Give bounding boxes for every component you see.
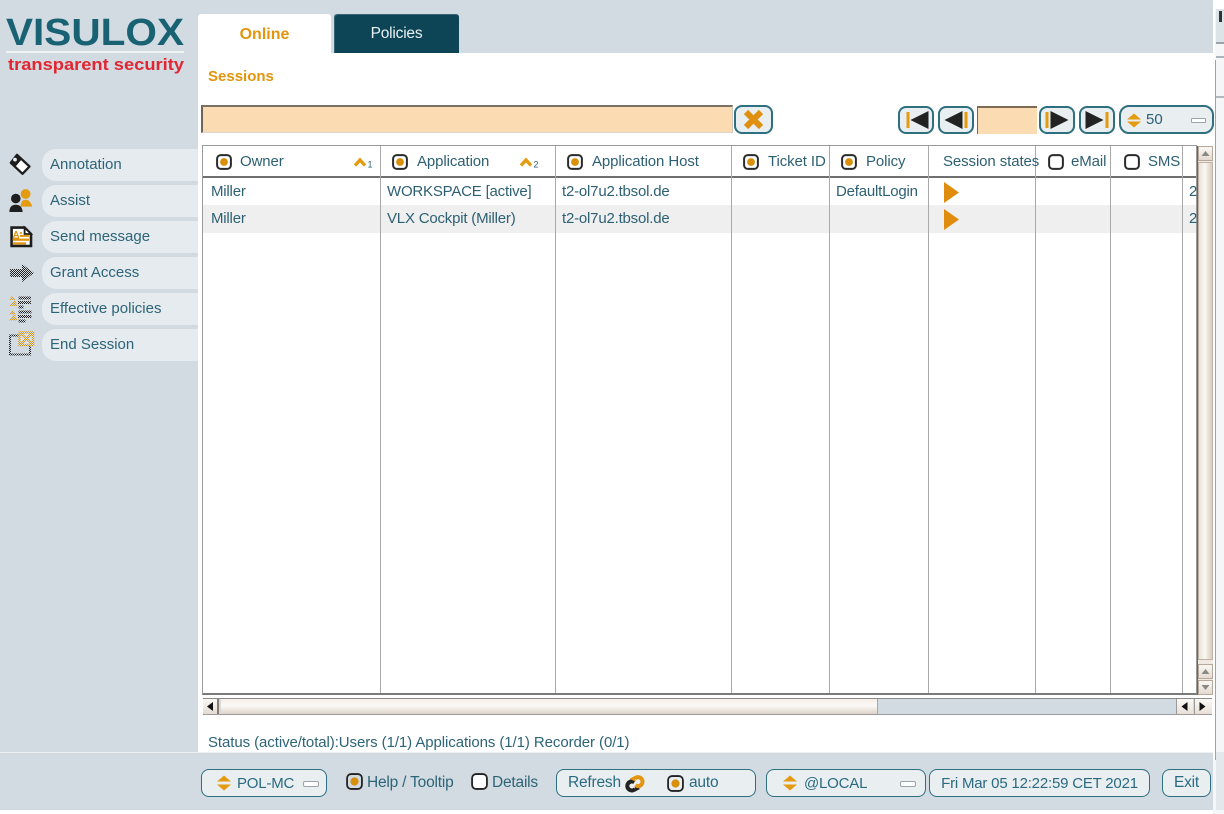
svg-text:1: 1 bbox=[368, 160, 373, 170]
svg-text:2: 2 bbox=[534, 160, 539, 170]
